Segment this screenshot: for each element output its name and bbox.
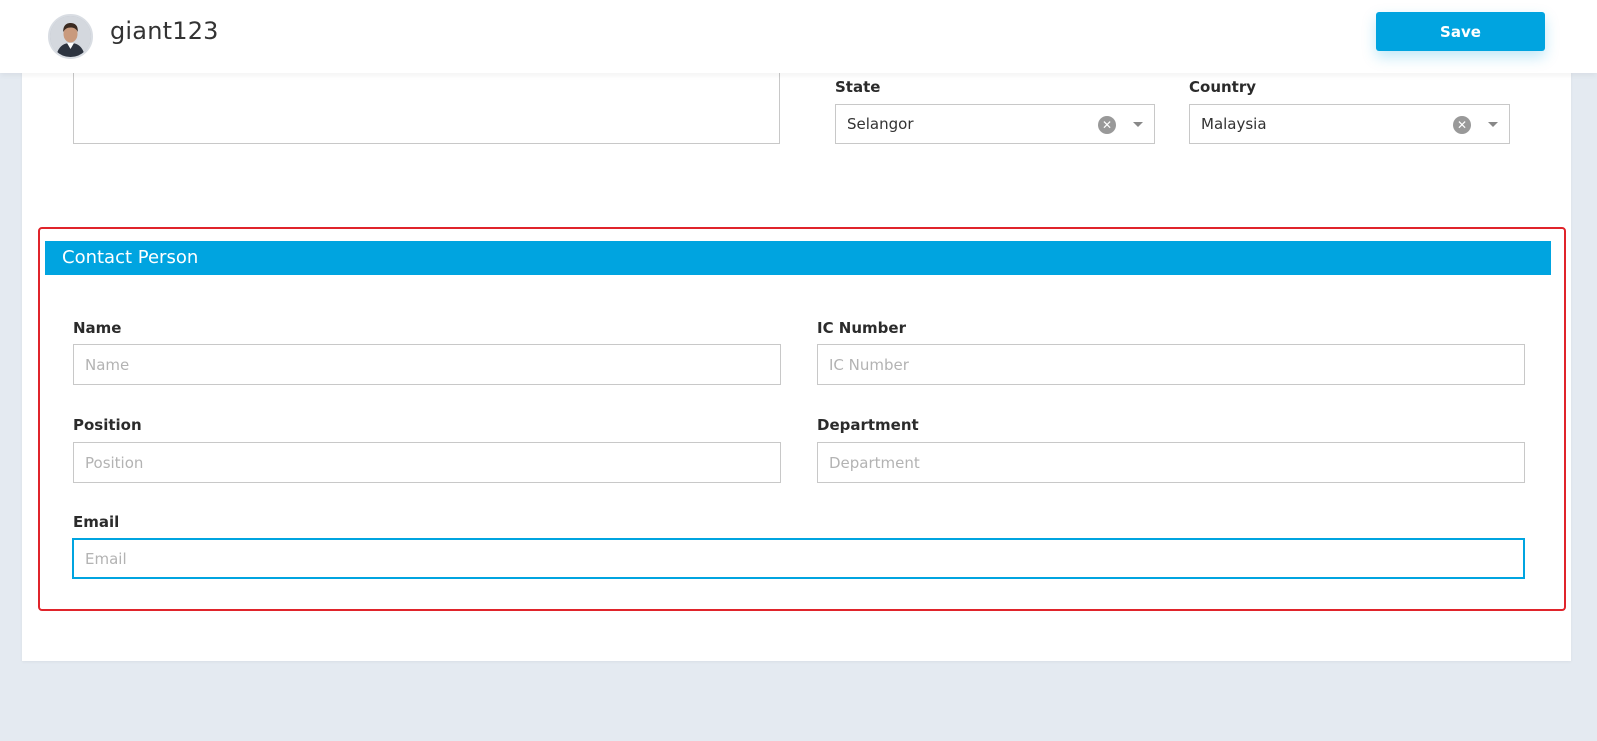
- email-label: Email: [73, 513, 120, 531]
- department-label: Department: [817, 416, 919, 434]
- chevron-down-icon[interactable]: [1133, 122, 1143, 127]
- country-value: Malaysia: [1201, 115, 1267, 133]
- state-label: State: [835, 78, 881, 96]
- user-avatar-icon: [50, 16, 91, 57]
- contact-person-header: Contact Person: [45, 241, 1551, 275]
- position-input[interactable]: [73, 442, 781, 483]
- top-bar: giant123 Save: [0, 0, 1597, 73]
- ic-number-label: IC Number: [817, 319, 906, 337]
- username: giant123: [110, 17, 219, 45]
- email-input[interactable]: [72, 538, 1525, 579]
- clear-icon[interactable]: ✕: [1098, 116, 1116, 134]
- ic-number-input[interactable]: [817, 344, 1525, 385]
- position-label: Position: [73, 416, 142, 434]
- save-button[interactable]: Save: [1376, 12, 1545, 51]
- department-input[interactable]: [817, 442, 1525, 483]
- state-value: Selangor: [847, 115, 914, 133]
- chevron-down-icon[interactable]: [1488, 122, 1498, 127]
- clear-icon[interactable]: ✕: [1453, 116, 1471, 134]
- name-label: Name: [73, 319, 122, 337]
- country-label: Country: [1189, 78, 1257, 96]
- country-select[interactable]: Malaysia ✕: [1189, 104, 1510, 144]
- name-input[interactable]: [73, 344, 781, 385]
- avatar[interactable]: [48, 14, 93, 59]
- state-select[interactable]: Selangor ✕: [835, 104, 1155, 144]
